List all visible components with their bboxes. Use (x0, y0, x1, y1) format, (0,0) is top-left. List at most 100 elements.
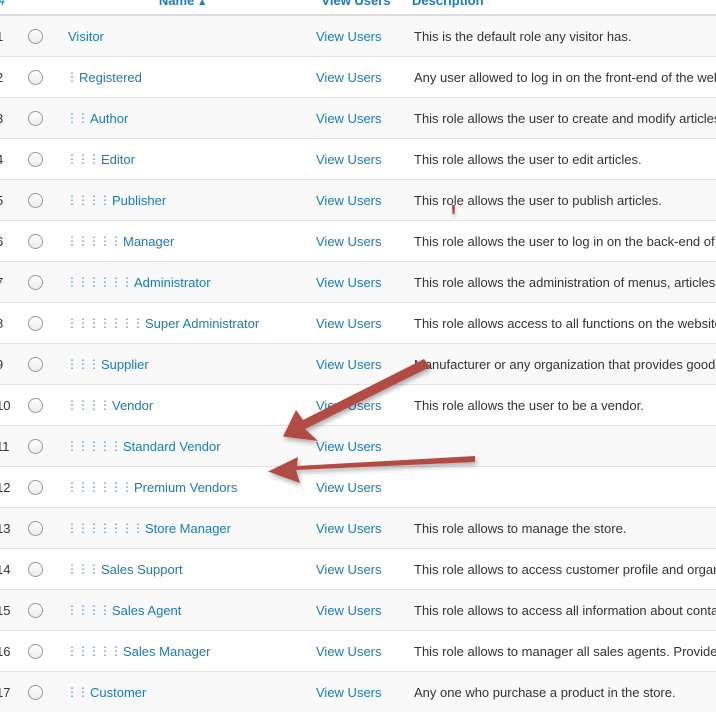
view-users-link[interactable]: View Users (316, 193, 382, 208)
row-radio-button[interactable] (28, 275, 43, 291)
table-row[interactable]: 7⋮⋮⋮⋮⋮⋮AdministratorView UsersThis role … (0, 261, 716, 303)
view-users-link[interactable]: View Users (316, 439, 382, 454)
row-radio-button[interactable] (28, 29, 43, 45)
indent-mark-icon: ⋮ (99, 275, 111, 289)
row-select-cell[interactable] (28, 548, 60, 590)
role-name-link[interactable]: Administrator (134, 275, 211, 290)
role-name-link[interactable]: Visitor (68, 29, 104, 44)
row-select-cell[interactable] (28, 261, 60, 303)
row-radio-button[interactable] (28, 70, 43, 86)
column-header-description[interactable]: Description (406, 0, 716, 16)
view-users-link[interactable]: View Users (316, 70, 382, 85)
view-users-link[interactable]: View Users (316, 357, 382, 372)
row-select-cell[interactable] (28, 589, 60, 631)
view-users-cell: View Users (306, 138, 406, 180)
row-radio-button[interactable] (28, 644, 43, 660)
role-name-link[interactable]: Author (90, 111, 128, 126)
table-row[interactable]: 15⋮⋮⋮⋮Sales AgentView UsersThis role all… (0, 589, 716, 631)
table-row[interactable]: 17⋮⋮CustomerView UsersAny one who purcha… (0, 671, 716, 712)
role-name-link[interactable]: Store Manager (145, 521, 231, 536)
indent-mark-icon: ⋮ (99, 603, 111, 617)
view-users-link[interactable]: View Users (316, 275, 382, 290)
row-radio-button[interactable] (28, 152, 43, 168)
role-name-link[interactable]: Sales Support (101, 562, 183, 577)
view-users-link[interactable]: View Users (316, 644, 382, 659)
row-select-cell[interactable] (28, 384, 60, 426)
table-row[interactable]: 13⋮⋮⋮⋮⋮⋮⋮Store ManagerView UsersThis rol… (0, 507, 716, 549)
role-name-link[interactable]: Customer (90, 685, 146, 700)
view-users-link[interactable]: View Users (316, 480, 382, 495)
row-radio-button[interactable] (28, 357, 43, 373)
role-description: This role allows access to all functions… (406, 302, 716, 344)
view-users-link[interactable]: View Users (316, 603, 382, 618)
row-radio-button[interactable] (28, 603, 43, 619)
row-select-cell[interactable] (28, 97, 60, 139)
table-row[interactable]: 12⋮⋮⋮⋮⋮⋮Premium VendorsView Users (0, 466, 716, 508)
row-select-cell[interactable] (28, 179, 60, 221)
role-name-link[interactable]: Premium Vendors (134, 480, 237, 495)
row-select-cell[interactable] (28, 302, 60, 344)
table-row[interactable]: 9⋮⋮⋮SupplierView UsersManufacturer or an… (0, 343, 716, 385)
role-name-link[interactable]: Sales Agent (112, 603, 181, 618)
view-users-cell: View Users (306, 302, 406, 344)
role-name-link[interactable]: Vendor (112, 398, 153, 413)
view-users-link[interactable]: View Users (316, 685, 382, 700)
row-radio-button[interactable] (28, 480, 43, 496)
row-select-cell[interactable] (28, 138, 60, 180)
row-radio-button[interactable] (28, 193, 43, 209)
row-select-cell[interactable] (28, 343, 60, 385)
row-radio-button[interactable] (28, 398, 43, 414)
column-header-view-users[interactable]: View Users (306, 0, 406, 16)
column-header-name[interactable]: Name ▲ (60, 0, 306, 16)
row-select-cell[interactable] (28, 466, 60, 508)
column-header-checkbox[interactable] (28, 0, 60, 16)
role-name-link[interactable]: Standard Vendor (123, 439, 221, 454)
view-users-link[interactable]: View Users (316, 398, 382, 413)
row-radio-button[interactable] (28, 111, 43, 127)
row-select-cell[interactable] (28, 15, 60, 57)
role-name-cell: ⋮ ⋮ ⋮ ⋮ ⋮ ⋮ Administrator (60, 261, 306, 303)
table-row[interactable]: 2 ⋮Registered View Users Any user allowed t… (0, 56, 716, 98)
row-select-cell[interactable] (28, 425, 60, 467)
row-select-cell[interactable] (28, 507, 60, 549)
view-users-link[interactable]: View Users (316, 234, 382, 249)
table-row[interactable]: 5⋮⋮⋮⋮PublisherView UsersThis role allows… (0, 179, 716, 221)
row-select-cell[interactable] (28, 671, 60, 712)
table-row[interactable]: 3⋮⋮AuthorView UsersThis role allows the … (0, 97, 716, 139)
role-name-link[interactable]: Editor (101, 152, 135, 167)
table-row[interactable]: 16⋮⋮⋮⋮⋮Sales ManagerView UsersThis role … (0, 630, 716, 672)
indent-mark-icon: ⋮ (99, 480, 111, 494)
row-radio-button[interactable] (28, 521, 43, 537)
row-select-cell[interactable] (28, 56, 60, 98)
view-users-link[interactable]: View Users (316, 521, 382, 536)
role-name-link[interactable]: Sales Manager (123, 644, 210, 659)
column-header-number[interactable]: # (0, 0, 28, 16)
indent-mark-icon: ⋮ (77, 193, 89, 207)
table-row[interactable]: 8⋮⋮⋮⋮⋮⋮⋮Super AdministratorView UsersThi… (0, 302, 716, 344)
table-row[interactable]: 6⋮⋮⋮⋮⋮ManagerView UsersThis role allows … (0, 220, 716, 262)
row-select-cell[interactable] (28, 220, 60, 262)
row-radio-button[interactable] (28, 234, 43, 250)
row-radio-button[interactable] (28, 316, 43, 332)
view-users-link[interactable]: View Users (316, 562, 382, 577)
table-row[interactable]: 1 Visitor View Users This is the default ro… (0, 15, 716, 57)
row-radio-button[interactable] (28, 685, 43, 701)
row-select-cell[interactable] (28, 630, 60, 672)
view-users-link[interactable]: View Users (316, 152, 382, 167)
role-name-link[interactable]: Super Administrator (145, 316, 259, 331)
table-row[interactable]: 14⋮⋮⋮Sales SupportView UsersThis role al… (0, 548, 716, 590)
row-radio-button[interactable] (28, 562, 43, 578)
view-users-link[interactable]: View Users (316, 316, 382, 331)
role-name-link[interactable]: Manager (123, 234, 174, 249)
role-name-link[interactable]: Registered (79, 70, 142, 85)
row-radio-button[interactable] (28, 439, 43, 455)
table-row[interactable]: 10⋮⋮⋮⋮VendorView UsersThis role allows t… (0, 384, 716, 426)
table-row[interactable]: 4⋮⋮⋮EditorView UsersThis role allows the… (0, 138, 716, 180)
role-name-link[interactable]: Publisher (112, 193, 166, 208)
role-name-link[interactable]: Supplier (101, 357, 149, 372)
role-description: This role allows to access customer prof… (406, 548, 716, 590)
view-users-cell: View Users (306, 56, 406, 98)
view-users-link[interactable]: View Users (316, 111, 382, 126)
table-row[interactable]: 11⋮⋮⋮⋮⋮Standard VendorView Users (0, 425, 716, 467)
view-users-link[interactable]: View Users (316, 29, 382, 44)
